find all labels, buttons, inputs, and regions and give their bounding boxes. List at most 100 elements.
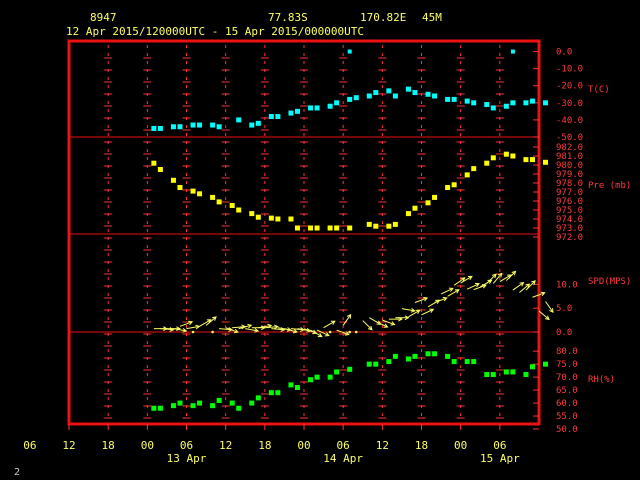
x-tick-label: 00: [454, 439, 467, 452]
y-tick-label: 60.0: [556, 399, 578, 409]
wind-arrow: [545, 301, 554, 313]
station-id: 8947: [90, 11, 117, 24]
data-point: [392, 353, 398, 359]
y-tick-label: 75.0: [556, 360, 578, 370]
data-point: [373, 361, 379, 367]
data-point: [510, 369, 516, 375]
data-point: [308, 225, 314, 231]
data-point: [294, 385, 300, 390]
data-point: [392, 93, 398, 99]
x-tick-label: 12: [62, 439, 75, 452]
y-tick-label: 10.0: [556, 280, 578, 290]
y-tick-label: -20.0: [556, 82, 583, 92]
data-point: [425, 351, 431, 357]
data-point: [529, 98, 535, 104]
data-point: [157, 167, 163, 172]
data-point: [405, 211, 411, 217]
data-point: [529, 364, 535, 370]
wind-calm-point: [211, 330, 214, 334]
data-point: [151, 405, 157, 411]
data-point: [314, 105, 320, 111]
x-tick-label: 12: [219, 439, 232, 452]
data-point: [314, 374, 320, 380]
data-point: [412, 353, 418, 359]
y-axis-label: Pre (mb): [588, 181, 631, 191]
data-point: [392, 221, 398, 227]
x-tick-label: 06: [337, 439, 350, 452]
data-point: [268, 113, 274, 119]
data-point: [503, 103, 509, 109]
data-point: [177, 185, 183, 190]
data-point: [490, 105, 496, 111]
data-point: [386, 359, 392, 365]
data-point: [170, 124, 176, 130]
data-point: [484, 160, 490, 166]
data-point: [543, 100, 549, 106]
x-date-label: 14 Apr: [323, 452, 363, 465]
x-tick-label: 06: [180, 439, 193, 452]
y-tick-label: -40.0: [556, 116, 583, 126]
data-point: [503, 151, 509, 157]
data-point: [190, 188, 196, 194]
data-point: [249, 211, 255, 217]
data-point: [386, 88, 392, 94]
data-point: [373, 223, 379, 229]
data-point: [170, 403, 176, 409]
data-point: [451, 359, 457, 365]
data-point: [543, 361, 549, 367]
data-point: [308, 105, 314, 111]
data-point: [425, 91, 431, 97]
data-point: [445, 96, 451, 102]
y-tick-label: 65.0: [556, 386, 578, 396]
data-point: [255, 120, 261, 126]
data-point: [510, 100, 516, 106]
data-point: [347, 96, 353, 102]
data-point: [464, 172, 470, 178]
data-point: [451, 182, 457, 188]
data-point: [216, 124, 222, 130]
data-point: [275, 390, 281, 396]
data-point: [151, 125, 157, 131]
data-point: [327, 374, 333, 380]
y-tick-label: -10.0: [556, 65, 583, 75]
data-point: [347, 366, 353, 372]
data-point: [327, 103, 333, 109]
wind-calm-point: [348, 330, 351, 334]
outlier-point: [510, 49, 515, 54]
data-point: [510, 153, 516, 159]
meteogram: 8947 77.83S 170.82E 45M 12 Apr 2015/1200…: [14, 11, 631, 478]
y-tick-label: 50.0: [556, 425, 578, 435]
data-point: [249, 122, 255, 128]
x-tick-label: 18: [415, 439, 428, 452]
data-point: [484, 102, 490, 108]
data-point: [445, 185, 451, 190]
data-point: [464, 98, 470, 104]
data-point: [268, 390, 274, 396]
data-point: [523, 157, 529, 163]
data-point: [229, 203, 235, 208]
station-elev: 45M: [422, 11, 442, 24]
data-point: [288, 110, 294, 116]
wind-arrow: [342, 314, 352, 326]
data-point: [288, 216, 294, 222]
data-point: [327, 225, 333, 231]
data-point: [543, 159, 549, 165]
wind-arrow: [506, 271, 516, 281]
y-tick-label: 972.0: [556, 233, 583, 243]
data-point: [366, 221, 372, 227]
data-point: [294, 108, 300, 114]
data-point: [432, 351, 438, 357]
data-point: [210, 403, 216, 409]
data-point: [229, 400, 235, 406]
x-tick-label: 06: [23, 439, 36, 452]
data-point: [294, 225, 300, 231]
data-point: [190, 122, 196, 128]
data-point: [523, 372, 529, 378]
data-point: [464, 359, 470, 365]
data-point: [236, 207, 242, 213]
data-point: [471, 100, 477, 106]
data-point: [490, 372, 496, 378]
y-tick-label: 0.0: [556, 48, 572, 58]
x-tick-label: 12: [376, 439, 389, 452]
wind-arrow: [512, 282, 524, 291]
